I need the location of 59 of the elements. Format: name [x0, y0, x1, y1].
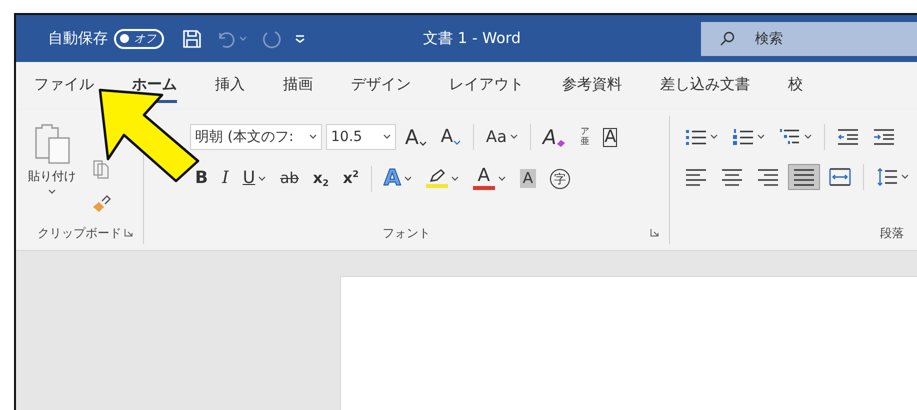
ribbon-tab[interactable]: デザイン — [351, 69, 411, 103]
justify-icon — [793, 167, 815, 187]
font-name-field[interactable]: 明朝 (本文のフ: — [190, 124, 322, 150]
window-title: 文書 1 - Word — [423, 29, 521, 48]
caret-icon — [309, 134, 317, 140]
caret-icon — [418, 141, 427, 147]
character-shading-button[interactable]: A — [514, 166, 542, 191]
strikethrough-button[interactable]: ab — [275, 168, 304, 189]
search-icon — [719, 30, 735, 46]
paintbrush-icon — [91, 195, 111, 213]
bold-button[interactable]: B — [190, 167, 213, 190]
ribbon-tab[interactable]: 差し込み文書 — [660, 69, 750, 103]
clear-format-button[interactable]: A — [538, 124, 572, 150]
change-case-button[interactable]: Aa — [481, 126, 523, 148]
justify-button[interactable] — [788, 164, 820, 190]
autosave-toggle[interactable]: オフ — [114, 28, 164, 48]
font-size-field[interactable]: 10.5 — [326, 124, 396, 150]
bullet-list-icon — [685, 127, 707, 147]
grow-font-button[interactable]: A — [400, 124, 432, 150]
distribute-icon — [829, 167, 851, 187]
customize-button[interactable] — [295, 34, 305, 42]
caret-icon — [453, 140, 462, 146]
font-color-button[interactable]: A — [468, 164, 511, 193]
save-icon — [182, 28, 202, 48]
align-left-icon — [685, 167, 707, 187]
caret-icon — [383, 134, 391, 140]
align-right-icon — [757, 167, 779, 187]
search-field[interactable]: 検索 — [701, 22, 917, 56]
align-center-icon — [721, 167, 743, 187]
dialog-launcher-icon[interactable] — [124, 228, 133, 237]
underline-button[interactable]: U — [238, 167, 272, 190]
ruby-button[interactable]: ア 亜 — [575, 124, 594, 150]
shrink-font-button[interactable]: A — [436, 125, 466, 149]
redo-icon — [261, 28, 281, 48]
numbered-list-icon — [732, 127, 754, 147]
customize-icon — [295, 34, 305, 42]
italic-button[interactable]: I — [216, 167, 234, 190]
line-spacing-icon — [876, 167, 898, 187]
save-button[interactable] — [182, 28, 202, 48]
autosave-label: 自動保存 — [48, 29, 108, 48]
ribbon-tab[interactable]: 校 — [788, 69, 803, 103]
paste-button[interactable]: 貼り付け — [26, 120, 78, 197]
increase-indent-icon — [873, 127, 895, 147]
group-label: フォント — [382, 224, 430, 242]
character-border-button[interactable]: A — [598, 124, 622, 150]
multilevel-list-icon — [779, 127, 801, 147]
ribbon-tab[interactable]: レイアウト — [449, 69, 524, 103]
group-label: クリップボード — [38, 224, 122, 242]
decrease-indent-icon — [837, 127, 859, 147]
copy-icon — [92, 159, 110, 179]
ribbon-tab[interactable]: 挿入 — [215, 69, 245, 103]
group-label: 段落 — [880, 224, 904, 242]
highlighter-icon — [428, 169, 446, 183]
ribbon-tab[interactable]: ファイル — [34, 69, 94, 103]
eraser-icon — [556, 139, 566, 147]
dialog-launcher-icon[interactable] — [650, 228, 659, 237]
ribbon-tab[interactable]: 描画 — [283, 69, 313, 103]
ribbon-tab[interactable]: 参考資料 — [562, 69, 622, 103]
caret-icon — [48, 189, 56, 195]
